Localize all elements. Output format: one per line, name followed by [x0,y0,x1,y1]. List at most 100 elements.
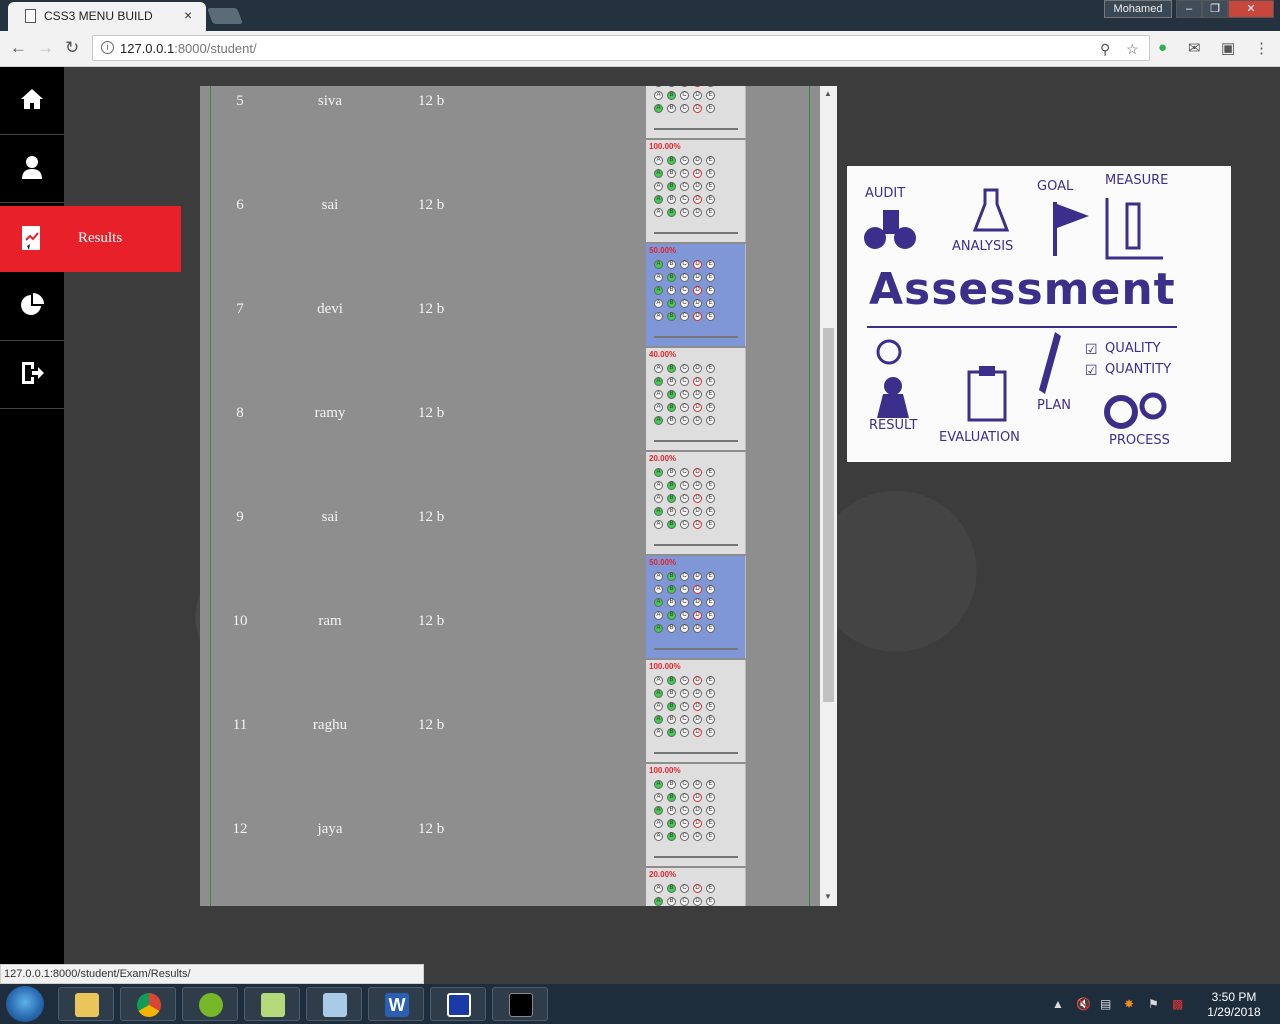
reload-icon[interactable]: ↻ [65,38,79,58]
menu-icon[interactable]: ⋮ [1254,39,1269,57]
bubble-row: ABCDE [650,273,715,284]
answer-bubble: E [706,260,715,269]
answer-bubble: A [654,676,663,685]
address-bar[interactable]: i 127.0.0.1:8000/student/ ⚲ ☆ [92,35,1150,61]
bubble-row: ABCDE [650,208,715,219]
profile-name[interactable]: Mohamed [1104,0,1172,18]
answer-sheet-thumbnail[interactable]: ABCDEABCDEABCDEABCDEABCDE [646,86,746,138]
answer-bubble: C [680,468,689,477]
sidebar-item-home[interactable] [0,67,64,135]
maximize-button[interactable]: ❐ [1202,0,1228,18]
answer-bubble: E [706,468,715,477]
answer-bubble: A [654,689,663,698]
status-bar-url: 127.0.0.1:8000/student/Exam/Results/ [0,964,424,984]
sidebar-item-profile[interactable] [0,135,64,203]
answer-bubble: E [706,182,715,191]
bubble-row: ABCDE [650,806,715,817]
tray-expand-icon[interactable]: ▲ [1052,997,1064,1011]
answer-bubble: A [654,481,663,490]
taskbar-word[interactable]: W [368,987,424,1021]
answer-bubble: B [667,416,676,425]
bubble-row: ABCDE [650,884,715,895]
answer-sheet-thumbnail[interactable]: 20.00%ABCDEABCDEABCDEABCDEABCDE [646,452,746,554]
sheet-footer [654,856,738,858]
table-row: 12 jaya 12 b 100.00% A B C D E A B C D E A B C D E A B C D E A B C… [200,762,820,866]
table-row: 11 raghu 12 b 100.00% A B C D E A B C D E A B C D E A B C D E A B… [200,658,820,762]
back-icon[interactable]: ← [10,38,27,58]
answer-bubble: D [693,481,702,490]
taskbar-app[interactable] [306,987,362,1021]
volume-icon[interactable]: 🔇 [1076,997,1091,1011]
notepad-icon [261,993,285,1017]
answer-bubble: D [693,793,702,802]
scroll-down-arrow-icon[interactable]: ▼ [824,892,832,901]
taskbar-chrome[interactable] [120,987,176,1021]
tab-close-button[interactable]: × [184,7,192,23]
flag-icon[interactable]: ⚑ [1148,997,1159,1011]
flag-icon [1053,202,1089,256]
answer-bubble: D [693,403,702,412]
answer-sheet-thumbnail[interactable]: 40.00% A B C D E A B C D E A B C D E A B C D E A B C D E [646,348,746,450]
answer-bubble: A [654,585,663,594]
start-button[interactable] [6,986,44,1022]
answer-sheet-thumbnail[interactable]: 50.00% A B C D E A B C D E A B C D E A B C D E A B C D E [646,244,746,346]
student-id: 10 [232,613,248,629]
answer-bubble: E [706,208,715,217]
scroll-thumb[interactable] [823,328,834,702]
answer-bubble: A [654,403,663,412]
answer-bubble: B [667,884,676,893]
camera-icon[interactable]: ▣ [1221,39,1235,57]
answer-bubble: D [693,598,702,607]
key-icon[interactable]: ⚲ [1100,41,1110,58]
answer-sheet-thumbnail[interactable]: 20.00%ABCDEABCDEABCDEABCDEABCDE [646,868,746,906]
answer-bubble: D [693,520,702,529]
answer-sheet-thumbnail[interactable]: 100.00% A B C D E A B C D E A B C D E A B C D E A B C D E [646,764,746,866]
taskbar-chameleon[interactable] [182,987,238,1021]
forward-icon[interactable]: → [37,38,54,58]
answer-bubble: C [680,728,689,737]
power-icon[interactable]: ▩ [1172,997,1183,1011]
answer-bubble: C [680,481,689,490]
terminal-icon [509,993,533,1017]
answer-bubble: E [706,676,715,685]
answer-sheet-thumbnail[interactable]: 100.00% A B C D E A B C D E A B C D E A B C D E A B C D E [646,660,746,762]
assessment-word: RESULT [869,418,918,433]
answer-bubble: B [667,611,676,620]
taskbar-cmd[interactable] [492,987,548,1021]
answer-bubble: C [680,86,689,87]
taskbar-clock[interactable]: 3:50 PM 1/29/2018 [1196,990,1272,1020]
minimize-button[interactable]: – [1176,0,1202,18]
scroll-up-arrow-icon[interactable]: ▲ [824,89,832,98]
browser-titlebar: CSS3 MENU BUILD × Mohamed – ❐ ✕ [0,0,1280,31]
answer-bubble: E [706,195,715,204]
sidebar-item-results[interactable]: Results [0,206,181,272]
answer-bubble: E [706,728,715,737]
taskbar-notepadpp[interactable] [244,987,300,1021]
taskbar-explorer[interactable] [58,987,114,1021]
site-info-icon[interactable]: i [101,41,114,54]
close-window-button[interactable]: ✕ [1228,0,1274,18]
answer-bubble: A [654,169,663,178]
extension-shield-icon[interactable]: ● [1158,39,1167,56]
sidebar-item-logout[interactable] [0,341,64,409]
bubble-row: ABCDE [650,377,715,388]
avast-icon[interactable]: ✸ [1124,997,1134,1011]
score-label: 40.00% [649,350,677,359]
new-tab-button[interactable] [207,8,243,24]
browser-tab[interactable]: CSS3 MENU BUILD × [8,2,206,31]
answer-bubble: B [667,780,676,789]
bubble-row: ABCDE [650,91,715,102]
answer-bubble: B [667,819,676,828]
bookmark-star-icon[interactable]: ☆ [1126,41,1139,58]
mail-icon[interactable]: ✉ [1188,39,1201,57]
table-scrollbar[interactable]: ▲ ▼ [820,86,837,906]
answer-bubble: B [667,793,676,802]
network-icon[interactable]: ▤ [1100,997,1111,1011]
taskbar-app[interactable] [430,987,486,1021]
sidebar-item-reports[interactable] [0,273,64,341]
answer-bubble: B [667,364,676,373]
answer-bubble: D [693,702,702,711]
answer-sheet-thumbnail[interactable]: 50.00% A B C D E A B C D E A B C D E A B C D E A B C D E [646,556,746,658]
answer-sheet-thumbnail[interactable]: 100.00% A B C D E A B C D E A B C D E A B C D E A B C D E [646,140,746,242]
answer-bubble: D [693,468,702,477]
